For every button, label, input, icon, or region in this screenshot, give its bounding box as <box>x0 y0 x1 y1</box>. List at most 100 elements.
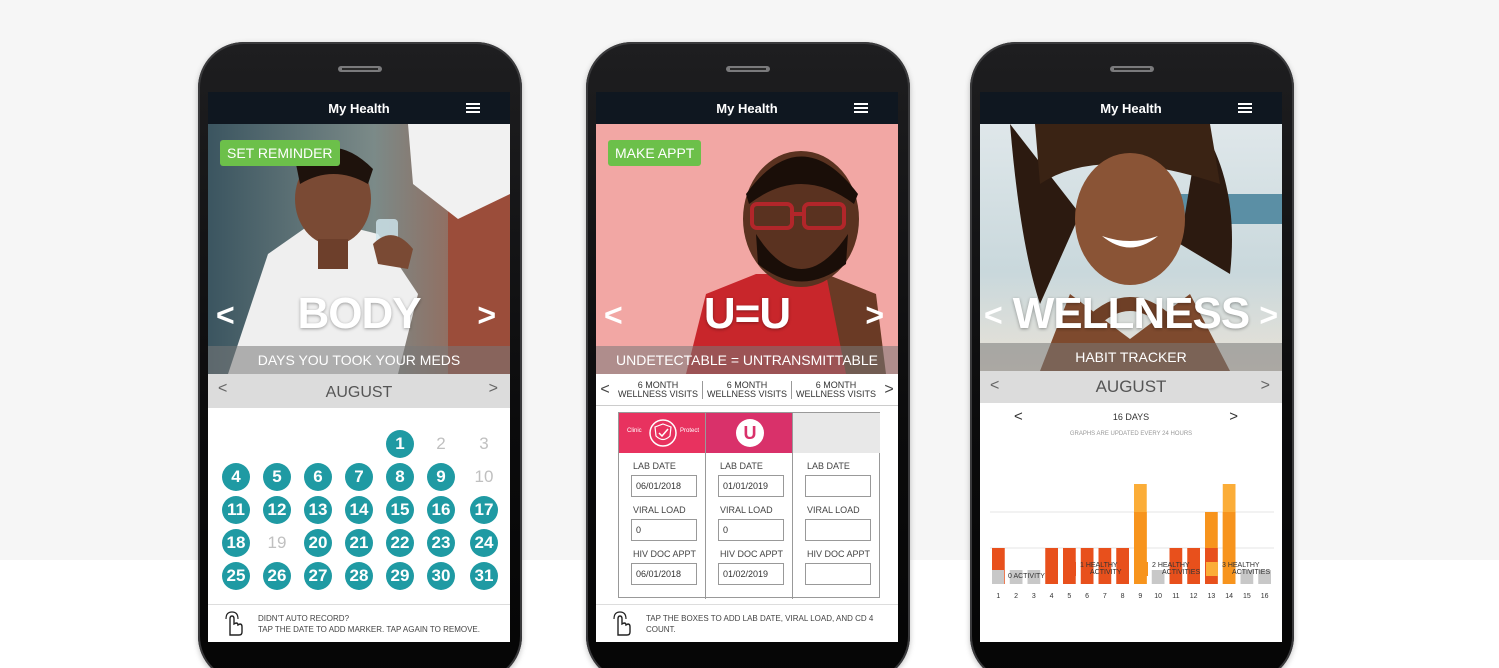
x-tick-label: 7 <box>1103 593 1107 600</box>
empty-badge <box>793 413 880 453</box>
calendar-day[interactable]: 4 <box>222 463 250 491</box>
hiv-doc-appt-field[interactable] <box>631 563 697 585</box>
next-range-arrow[interactable]: > <box>1229 403 1238 431</box>
visit-tab-2[interactable]: 6 MONTH WELLNESS VISITS <box>703 380 792 399</box>
calendar-day[interactable]: 16 <box>427 496 455 524</box>
x-tick-label: 12 <box>1190 593 1198 600</box>
clinic-badge: Clinic Protect <box>619 413 705 453</box>
lab-date-label: LAB DATE <box>633 461 676 471</box>
x-tick-label: 13 <box>1207 593 1215 600</box>
lab-column-2: U LAB DATE VIRAL LOAD HIV DOC APPT <box>706 413 793 599</box>
app-title: My Health <box>328 100 390 116</box>
legend-label: 1 HEALTHY ACTIVITY <box>1080 562 1122 576</box>
tap-hand-icon <box>225 611 243 636</box>
calendar-day[interactable]: 7 <box>345 463 373 491</box>
lab-date-field[interactable] <box>718 475 784 497</box>
viral-load-field[interactable] <box>805 519 871 541</box>
calendar-day[interactable]: 30 <box>427 562 455 590</box>
calendar-day[interactable]: 11 <box>222 496 250 524</box>
app-header: My Health <box>208 92 510 124</box>
visit-tab-3[interactable]: 6 MONTH WELLNESS VISITS <box>792 380 880 399</box>
calendar-day[interactable]: 17 <box>470 496 498 524</box>
calendar-day[interactable]: 2 <box>427 430 455 458</box>
calendar-day[interactable]: 8 <box>386 463 414 491</box>
calendar-day[interactable]: 13 <box>304 496 332 524</box>
chart-legend: 0 ACTIVITY 1 HEALTHY ACTIVITY 2 HEALTHY ACTI… <box>980 562 1282 592</box>
calendar-day[interactable]: 1 <box>386 430 414 458</box>
screen-uu: My Health MAKE APPT < U=U > UNDETECTABLE… <box>596 92 898 642</box>
calendar-day[interactable]: 19 <box>263 529 291 557</box>
u-logo-icon: U <box>736 419 764 447</box>
x-tick-label: 15 <box>1243 593 1251 600</box>
calendar-day[interactable]: 6 <box>304 463 332 491</box>
next-section-arrow[interactable]: > <box>1259 297 1278 334</box>
phone-speaker <box>338 66 382 72</box>
make-appt-button[interactable]: MAKE APPT <box>608 140 702 166</box>
calendar-day[interactable]: 9 <box>427 463 455 491</box>
hiv-doc-appt-field[interactable] <box>805 563 871 585</box>
hamburger-menu-icon[interactable] <box>854 103 868 113</box>
calendar-day[interactable]: 25 <box>222 562 250 590</box>
lab-date-field[interactable] <box>805 475 871 497</box>
app-title: My Health <box>1100 100 1162 116</box>
footer-line-2: COUNT. <box>646 625 676 634</box>
calendar-day[interactable]: 24 <box>470 529 498 557</box>
visit-tab-1[interactable]: 6 MONTH WELLNESS VISITS <box>614 380 703 399</box>
graph-update-note: GRAPHS ARE UPDATED EVERY 24 HOURS <box>1069 431 1193 437</box>
calendar-day[interactable]: 14 <box>345 496 373 524</box>
hamburger-menu-icon[interactable] <box>1238 103 1252 113</box>
viral-load-field[interactable] <box>718 519 784 541</box>
calendar-day[interactable]: 26 <box>263 562 291 590</box>
legend-label: 2 HEALTHY ACTIVITIES <box>1152 562 1201 576</box>
calendar-day[interactable]: 22 <box>386 529 414 557</box>
month-selector: < AUGUST > <box>208 374 510 408</box>
calendar-day[interactable]: 20 <box>304 529 332 557</box>
calendar-day[interactable]: 3 <box>470 430 498 458</box>
viral-load-label: VIRAL LOAD <box>720 505 773 515</box>
footer-line-1: TAP THE BOXES TO ADD LAB DATE, VIRAL LOA… <box>646 614 874 623</box>
phone-wellness: My Health < WELLNESS > HABIT TRACKER < A… <box>970 42 1294 668</box>
x-tick-label: 8 <box>1121 593 1125 600</box>
calendar-day[interactable]: 27 <box>304 562 332 590</box>
lab-date-field[interactable] <box>631 475 697 497</box>
habit-bar-segment <box>1222 512 1236 548</box>
shield-check-icon <box>649 419 677 447</box>
app-header: My Health <box>980 92 1282 124</box>
footer-hint: TAP THE BOXES TO ADD LAB DATE, VIRAL LOA… <box>596 604 898 642</box>
calendar-day[interactable]: 31 <box>470 562 498 590</box>
calendar-day[interactable]: 10 <box>470 463 498 491</box>
hamburger-menu-icon[interactable] <box>466 103 480 113</box>
days-range-selector: < 16 DAYS > <box>980 403 1282 431</box>
set-reminder-button[interactable]: SET REMINDER <box>220 140 340 166</box>
lab-date-label: LAB DATE <box>720 461 763 471</box>
hiv-doc-appt-field[interactable] <box>718 563 784 585</box>
next-section-arrow[interactable]: > <box>477 297 496 334</box>
calendar-day[interactable]: 5 <box>263 463 291 491</box>
app-header: My Health <box>596 92 898 124</box>
next-month-arrow[interactable]: > <box>1261 371 1270 401</box>
viral-load-field[interactable] <box>631 519 697 541</box>
calendar-day[interactable]: 29 <box>386 562 414 590</box>
next-visit-arrow[interactable]: > <box>880 381 898 399</box>
calendar-day[interactable]: 23 <box>427 529 455 557</box>
calendar-day[interactable]: 12 <box>263 496 291 524</box>
prev-month-arrow[interactable]: < <box>218 374 227 404</box>
next-month-arrow[interactable]: > <box>489 374 498 404</box>
next-section-arrow[interactable]: > <box>865 297 884 334</box>
x-tick-label: 6 <box>1085 593 1089 600</box>
calendar-day[interactable]: 21 <box>345 529 373 557</box>
prev-range-arrow[interactable]: < <box>1014 403 1023 431</box>
footer-line-2: TAP THE DATE TO ADD MARKER. TAP AGAIN TO… <box>258 625 480 634</box>
lab-results-grid: Clinic Protect LAB DATE VIRAL LOAD HIV D… <box>618 412 880 599</box>
section-title: BODY <box>297 289 421 338</box>
prev-visit-arrow[interactable]: < <box>596 381 614 399</box>
x-tick-label: 4 <box>1050 593 1054 600</box>
prev-month-arrow[interactable]: < <box>990 371 999 401</box>
calendar-day[interactable]: 18 <box>222 529 250 557</box>
footer-hint: DIDN'T AUTO RECORD? TAP THE DATE TO ADD … <box>208 604 510 642</box>
calendar-day[interactable]: 15 <box>386 496 414 524</box>
section-title: U=U <box>703 289 791 338</box>
phone-body: My Health SET REMINDER < BODY > DAYS YOU… <box>198 42 522 668</box>
lab-column-3: LAB DATE VIRAL LOAD HIV DOC APPT <box>793 413 880 599</box>
calendar-day[interactable]: 28 <box>345 562 373 590</box>
